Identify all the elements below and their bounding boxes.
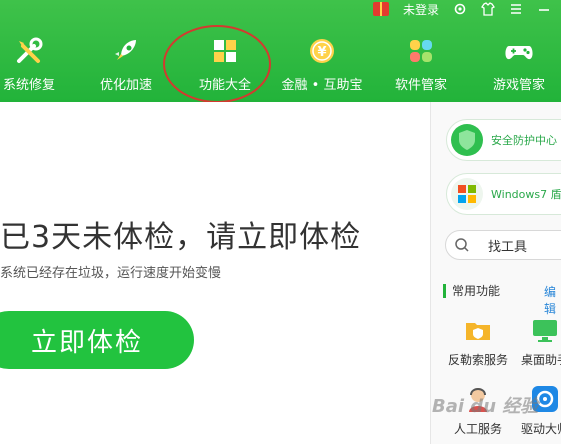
- checkup-headline: 已3天未体检，请立即体检: [0, 220, 362, 255]
- nav-label: 金融 • 互助宝: [281, 78, 363, 93]
- common-tools-title: 常用功能: [452, 284, 501, 298]
- checkup-subline: 系统已经存在垃圾，运行速度开始变慢: [0, 266, 222, 281]
- baidu-watermark: Bai du 经验: [432, 396, 539, 417]
- tool-label: 反勒索服务: [447, 353, 508, 367]
- menu-icon[interactable]: [509, 2, 523, 16]
- nav-label: 系统修复: [2, 78, 55, 93]
- wrench-screwdriver-icon: [17, 37, 43, 63]
- folder-shield-icon: [466, 323, 490, 340]
- tool-anti-ransom[interactable]: 反勒索服务: [446, 315, 510, 368]
- login-link[interactable]: 未登录: [403, 1, 439, 18]
- monitor-icon: [533, 320, 557, 342]
- settings-icon[interactable]: [453, 2, 467, 16]
- heading-accent-bar: [443, 283, 446, 298]
- common-tools-heading: 常用功能: [443, 282, 500, 299]
- search-placeholder: 找工具: [488, 239, 528, 255]
- nav-item-optimize[interactable]: 优化加速: [93, 34, 159, 98]
- tool-label: 驱动大师: [520, 422, 561, 436]
- window-controls: 未登录: [372, 0, 551, 18]
- shield-icon: [451, 124, 483, 156]
- nav-item-software[interactable]: 软件管家: [388, 34, 454, 98]
- shirt-skin-icon[interactable]: [481, 2, 495, 16]
- nav-label: 优化加速: [99, 78, 152, 93]
- rocket-icon: [115, 40, 136, 60]
- nav-item-system-repair[interactable]: 系统修复: [0, 34, 58, 98]
- search-icon: [455, 238, 469, 252]
- security-center-button[interactable]: 安全防护中心: [446, 119, 561, 161]
- minimize-icon[interactable]: [537, 2, 551, 16]
- tool-desktop-assistant[interactable]: 桌面助手: [513, 315, 561, 368]
- svg-text:¥: ¥: [317, 45, 326, 60]
- nav-label: 游戏管家: [492, 78, 545, 93]
- main-nav: 系统修复 优化加速 功能大全 ¥ 金融 • 互助宝 软件管家 游戏管家: [0, 34, 561, 98]
- windows7-shield-label: Windows7 盾甲: [491, 188, 561, 201]
- windows-logo-icon: [451, 178, 483, 210]
- edit-link[interactable]: 编辑: [544, 283, 561, 317]
- security-center-label: 安全防护中心: [491, 134, 557, 147]
- gift-icon[interactable]: [372, 2, 389, 16]
- top-toolbar: 未登录 系统修复 优化加速 功能大全 ¥ 金融 • 互助宝 软件管家 游戏管家: [0, 0, 561, 102]
- nav-item-games[interactable]: 游戏管家: [486, 34, 552, 98]
- nav-label: 软件管家: [394, 78, 447, 93]
- scan-now-button[interactable]: 立即体检: [0, 311, 194, 369]
- yen-coin-icon: ¥: [310, 39, 334, 63]
- gamepad-icon: [505, 46, 533, 60]
- tool-label: 人工服务: [453, 422, 502, 436]
- tool-label: 桌面助手: [520, 353, 561, 367]
- tool-search-input[interactable]: 找工具: [445, 230, 561, 260]
- annotation-circle: [163, 25, 271, 103]
- nav-item-finance[interactable]: ¥ 金融 • 互助宝: [280, 34, 364, 98]
- windows7-shield-button[interactable]: Windows7 盾甲: [446, 173, 561, 215]
- flower-icon: [410, 40, 432, 62]
